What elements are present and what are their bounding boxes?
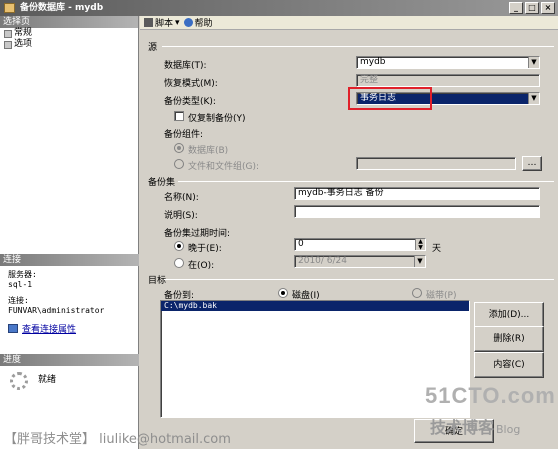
divider <box>162 46 554 47</box>
author-watermark: 【胖哥技术堂】 liulike@hotmail.com <box>4 432 231 447</box>
maximize-button[interactable]: □ <box>525 2 539 14</box>
chevron-down-icon: ▼ <box>414 256 425 267</box>
backup-type-label: 备份类型(K): <box>164 97 216 107</box>
after-days-value: 0 <box>298 239 304 249</box>
blog-watermark-cn: 技术博客 <box>430 418 495 437</box>
properties-icon <box>8 324 18 333</box>
database-label: 数据库(T): <box>164 61 207 71</box>
view-connection-properties-link[interactable]: 查看连接属性 <box>0 322 139 335</box>
after-days-input[interactable]: 0 ▲ ▼ <box>294 238 426 251</box>
source-group-label: 源 <box>148 43 158 53</box>
copy-only-checkbox[interactable] <box>174 111 184 121</box>
on-date-value: 2010/ 6/24 <box>298 256 348 266</box>
help-icon <box>183 18 193 27</box>
server-label: 服务器: <box>8 270 37 279</box>
title-bar: 备份数据库 - mydb _ □ × <box>0 0 558 16</box>
toolbar: 脚本 ▾ 帮助 <box>140 16 558 30</box>
contents-button[interactable]: 内容(C) <box>474 352 544 378</box>
days-label: 天 <box>432 244 442 254</box>
remove-button[interactable]: 删除(R) <box>474 326 544 352</box>
files-option-label: 文件和文件组(G): <box>188 162 260 172</box>
tape-radio[interactable] <box>412 288 422 298</box>
disk-radio[interactable] <box>278 288 288 298</box>
script-label: 脚本 <box>155 19 174 29</box>
database-icon <box>4 3 15 13</box>
after-days-radio[interactable] <box>174 241 184 251</box>
left-panel: 选择页 常规 选项 连接 服务器: sql-1 连接: FUNVAR\admin… <box>0 16 139 449</box>
connection-label: 连接: <box>8 296 29 305</box>
chevron-down-icon: ▼ <box>528 57 539 68</box>
page-icon <box>4 40 12 49</box>
expire-label: 备份集过期时间: <box>164 229 231 239</box>
recovery-model-value: 完整 <box>360 75 379 85</box>
page-item-label: 常规 <box>14 28 33 38</box>
copy-only-label: 仅复制备份(Y) <box>188 114 246 124</box>
recovery-model-field: 完整 <box>356 74 540 87</box>
help-label: 帮助 <box>194 19 213 29</box>
page-icon <box>4 29 12 38</box>
script-icon <box>144 18 153 27</box>
server-value: sql-1 <box>8 280 33 289</box>
destination-list[interactable]: C:\mydb.bak <box>160 300 470 418</box>
name-label: 名称(N): <box>164 193 199 203</box>
on-date-radio[interactable] <box>174 258 184 268</box>
list-item[interactable]: C:\mydb.bak <box>161 301 469 311</box>
page-item-options[interactable]: 选项 <box>0 39 138 50</box>
spin-arrows-icon[interactable]: ▲ ▼ <box>415 239 425 250</box>
window-title: 备份数据库 - mydb <box>20 3 104 13</box>
progress-status: 就绪 <box>38 375 57 385</box>
divider <box>164 279 554 280</box>
minimize-button[interactable]: _ <box>509 2 523 14</box>
progress-section: 进度 就绪 <box>0 354 139 393</box>
close-button[interactable]: × <box>541 2 555 14</box>
backup-name-input[interactable]: mydb-事务日志 备份 <box>294 187 540 200</box>
browse-files-button[interactable]: … <box>522 156 542 171</box>
database-combo[interactable]: mydb ▼ <box>356 56 540 69</box>
files-radio[interactable] <box>174 159 184 169</box>
highlight-box <box>348 87 432 110</box>
description-input[interactable] <box>294 205 540 218</box>
after-label: 晚于(E): <box>188 244 222 254</box>
database-radio[interactable] <box>174 143 184 153</box>
chevron-down-icon: ▾ <box>175 17 180 28</box>
site-watermark: 51CTO.com <box>425 383 556 408</box>
description-label: 说明(S): <box>164 211 198 221</box>
divider <box>178 181 554 182</box>
database-option-label: 数据库(B) <box>188 146 229 156</box>
blog-watermark-en: Blog <box>496 423 521 436</box>
blog-watermark: 技术博客 Blog <box>430 414 520 438</box>
backup-name-value: mydb-事务日志 备份 <box>298 188 384 198</box>
progress-header: 进度 <box>0 354 139 366</box>
backup-component-label: 备份组件: <box>164 130 204 140</box>
select-page-header: 选择页 <box>0 16 138 28</box>
script-button[interactable]: 脚本 ▾ <box>144 16 180 29</box>
progress-spinner-icon <box>10 372 28 390</box>
page-item-general[interactable]: 常规 <box>0 28 138 39</box>
files-field <box>356 157 516 170</box>
help-button[interactable]: 帮助 <box>183 16 213 29</box>
view-connection-properties-label: 查看连接属性 <box>22 325 77 335</box>
backup-set-group-label: 备份集 <box>148 178 176 188</box>
on-date-picker: 2010/ 6/24 ▼ <box>294 255 426 268</box>
database-value: mydb <box>360 57 386 67</box>
connection-header: 连接 <box>0 254 139 266</box>
add-button[interactable]: 添加(D)... <box>474 302 544 328</box>
on-label: 在(O): <box>188 261 215 271</box>
connection-value: FUNVAR\administrator <box>8 306 105 315</box>
connection-section: 连接 服务器: sql-1 连接: FUNVAR\administrator 查… <box>0 254 139 335</box>
page-item-label: 选项 <box>14 39 33 49</box>
chevron-down-icon: ▼ <box>528 93 539 104</box>
recovery-model-label: 恢复模式(M): <box>164 79 218 89</box>
